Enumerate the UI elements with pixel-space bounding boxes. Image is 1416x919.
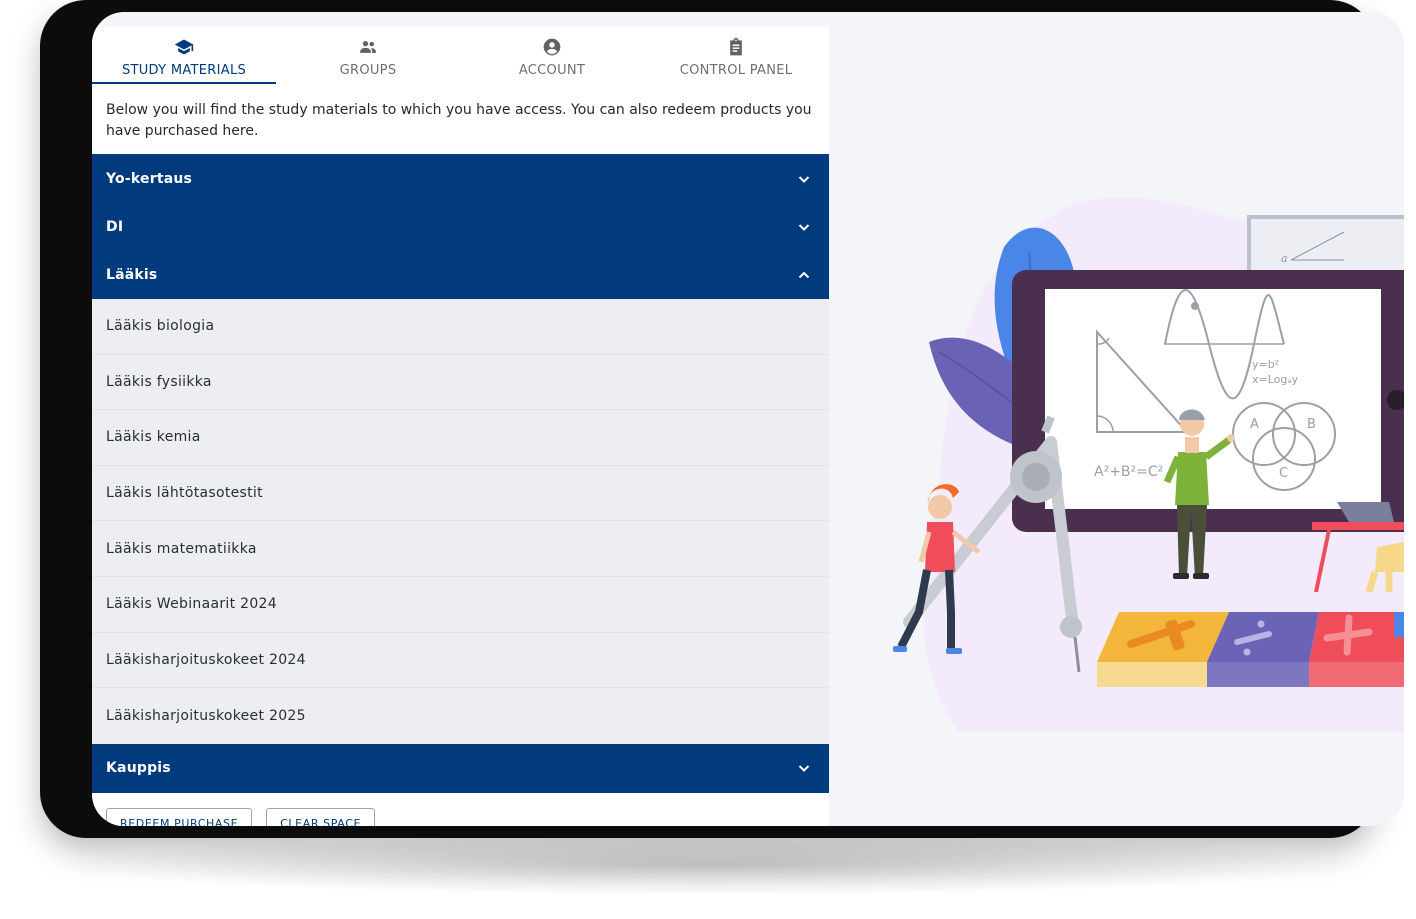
device-shadow bbox=[70, 835, 1350, 895]
tab-study-materials[interactable]: STUDY MATERIALS bbox=[92, 27, 276, 87]
list-item-label: Lääkis Webinaarit 2024 bbox=[106, 596, 277, 613]
venn-label-a: A bbox=[1250, 417, 1259, 432]
accordion-kauppis[interactable]: Kauppis bbox=[92, 743, 829, 793]
chevron-down-icon bbox=[798, 224, 810, 231]
tab-bar: STUDY MATERIALS GROUPS ACCOUNT CONTROL P… bbox=[92, 27, 829, 87]
accordion-title: Lääkis bbox=[106, 267, 158, 283]
venn-label-c: C bbox=[1279, 466, 1288, 481]
intro-text: Below you will find the study materials … bbox=[106, 102, 812, 139]
math-blocks bbox=[1097, 612, 1404, 687]
list-item-label: Lääkis fysiikka bbox=[106, 373, 212, 390]
list-item-label: Lääkis kemia bbox=[106, 429, 201, 446]
tab-label: CONTROL PANEL bbox=[679, 63, 793, 78]
list-item-label: Lääkis biologia bbox=[106, 318, 215, 335]
list-item-laakis-fysiikka[interactable]: Lääkis fysiikka bbox=[92, 354, 829, 411]
accordion-title: DI bbox=[106, 219, 124, 235]
list-item-laakis-lahtotasotestit[interactable]: Lääkis lähtötasotestit bbox=[92, 465, 829, 522]
list-item-laakis-biologia[interactable]: Lääkis biologia bbox=[92, 299, 829, 355]
accordion-laakis[interactable]: Lääkis bbox=[92, 251, 829, 299]
list-item-laakis-kemia[interactable]: Lääkis kemia bbox=[92, 410, 829, 466]
study-materials-panel: STUDY MATERIALS GROUPS ACCOUNT CONTROL P… bbox=[92, 27, 829, 826]
equation-1: y=b² bbox=[1252, 358, 1279, 371]
tablet-frame: STUDY MATERIALS GROUPS ACCOUNT CONTROL P… bbox=[40, 0, 1404, 838]
tab-groups[interactable]: GROUPS bbox=[276, 27, 460, 87]
active-tab-indicator bbox=[92, 82, 276, 84]
tab-label: ACCOUNT bbox=[518, 63, 586, 78]
venn-label-b: B bbox=[1307, 417, 1316, 432]
list-item-label: Lääkis matematiikka bbox=[106, 540, 257, 557]
tab-control-panel[interactable]: CONTROL PANEL bbox=[644, 27, 828, 87]
redeem-purchase-button[interactable]: REDEEM PURCHASE bbox=[106, 808, 253, 826]
tab-label: GROUPS bbox=[339, 63, 397, 78]
list-item-laakisharjoituskokeet-2025[interactable]: Lääkisharjoituskokeet 2025 bbox=[92, 688, 829, 744]
action-buttons: REDEEM PURCHASE CLEAR SPACE bbox=[106, 808, 376, 826]
accordion-di[interactable]: DI bbox=[92, 203, 829, 251]
accordion-title: Yo-kertaus bbox=[106, 170, 193, 187]
classroom-illustration: a y=b² x=Logₐy A²+B²=C² A B C bbox=[893, 197, 1404, 732]
tab-label: STUDY MATERIALS bbox=[121, 63, 247, 78]
clipboard-icon bbox=[730, 37, 742, 56]
list-item-label: Lääkis lähtötasotestit bbox=[106, 485, 263, 502]
graduation-cap-icon bbox=[174, 39, 194, 55]
tablet-screen: STUDY MATERIALS GROUPS ACCOUNT CONTROL P… bbox=[92, 12, 1404, 826]
chevron-down-icon bbox=[798, 765, 810, 773]
chevron-down-icon bbox=[798, 175, 810, 183]
accordion-title: Kauppis bbox=[106, 760, 171, 777]
desk-top bbox=[1312, 522, 1404, 530]
list-item-laakis-webinaarit-2024[interactable]: Lääkis Webinaarit 2024 bbox=[92, 576, 829, 633]
list-item-label: Lääkisharjoituskokeet 2025 bbox=[106, 707, 306, 724]
people-icon bbox=[360, 41, 376, 53]
equation-2: x=Logₐy bbox=[1252, 373, 1299, 386]
account-circle-icon bbox=[543, 38, 561, 56]
clear-space-button[interactable]: CLEAR SPACE bbox=[266, 808, 376, 826]
accordion-yo-kertaus[interactable]: Yo-kertaus bbox=[92, 154, 829, 203]
chevron-up-icon bbox=[798, 271, 810, 279]
list-item-laakis-matematiikka[interactable]: Lääkis matematiikka bbox=[92, 521, 829, 577]
tab-account[interactable]: ACCOUNT bbox=[460, 27, 644, 87]
small-board-letter: a bbox=[1281, 252, 1288, 265]
pythagoras-text: A²+B²=C² bbox=[1094, 464, 1163, 480]
list-item-label: Lääkisharjoituskokeet 2024 bbox=[106, 651, 306, 668]
list-item-laakisharjoituskokeet-2024[interactable]: Lääkisharjoituskokeet 2024 bbox=[92, 632, 829, 689]
